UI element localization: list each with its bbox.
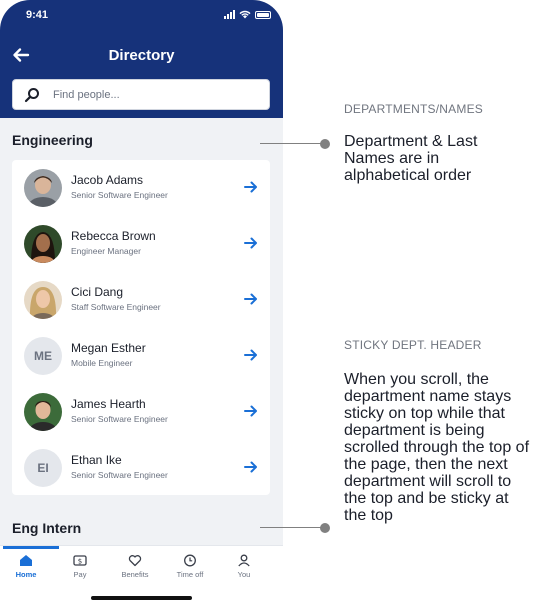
person-name: James Hearth xyxy=(71,397,146,411)
arrow-right-icon[interactable] xyxy=(244,405,258,417)
user-icon xyxy=(238,554,250,567)
arrow-right-icon[interactable] xyxy=(244,293,258,305)
annotation-marker xyxy=(320,523,330,533)
home-indicator xyxy=(91,596,192,600)
pay-icon: $ xyxy=(73,555,87,566)
tab-label: Benefits xyxy=(121,570,149,579)
home-icon xyxy=(20,555,32,566)
person-row[interactable]: Jacob Adams Senior Software Engineer xyxy=(12,160,270,216)
phone-screen: 9:41 Directory Find people... Engineerin… xyxy=(0,0,283,606)
tab-label: You xyxy=(237,570,251,579)
tab-label: Time off xyxy=(176,570,204,579)
person-row[interactable]: ME Megan Esther Mobile Engineer xyxy=(12,328,270,384)
avatar xyxy=(24,225,62,263)
avatar xyxy=(24,393,62,431)
annotation-leader-line xyxy=(260,143,322,144)
avatar xyxy=(24,169,62,207)
tab-label: Pay xyxy=(73,570,87,579)
search-input[interactable]: Find people... xyxy=(12,79,270,110)
person-role: Senior Software Engineer xyxy=(71,470,168,480)
department-header-eng-intern: Eng Intern xyxy=(12,520,82,536)
person-role: Staff Software Engineer xyxy=(71,302,161,312)
tab-you[interactable]: You xyxy=(216,554,272,579)
page-title: Directory xyxy=(108,47,175,64)
wifi-icon xyxy=(239,10,251,19)
tab-benefits[interactable]: Benefits xyxy=(107,554,163,579)
person-row[interactable]: Rebecca Brown Engineer Manager xyxy=(12,216,270,272)
person-row[interactable]: Cici Dang Staff Software Engineer xyxy=(12,272,270,328)
search-icon xyxy=(24,88,39,103)
person-role: Engineer Manager xyxy=(71,246,141,256)
status-bar: 9:41 xyxy=(0,0,283,30)
avatar-initials: EI xyxy=(24,449,62,487)
person-row[interactable]: EI Ethan Ike Senior Software Engineer xyxy=(12,440,270,496)
annotation-text: When you scroll, the department name sta… xyxy=(344,371,530,524)
signal-icon xyxy=(224,10,235,19)
tab-pay[interactable]: $ Pay xyxy=(52,554,108,579)
avatar-initials: ME xyxy=(24,337,62,375)
status-time: 9:41 xyxy=(26,9,49,21)
person-name: Rebecca Brown xyxy=(71,229,156,243)
tab-home[interactable]: Home xyxy=(0,554,54,579)
person-name: Megan Esther xyxy=(71,341,146,355)
person-role: Senior Software Engineer xyxy=(71,414,168,424)
tab-selected-indicator xyxy=(3,546,59,549)
clock-icon xyxy=(184,554,196,567)
department-header-engineering: Engineering xyxy=(12,132,93,148)
arrow-right-icon[interactable] xyxy=(244,237,258,249)
person-name: Jacob Adams xyxy=(71,173,144,187)
person-row[interactable]: James Hearth Senior Software Engineer xyxy=(12,384,270,440)
svg-text:$: $ xyxy=(78,558,82,566)
tab-label: Home xyxy=(15,570,37,579)
arrow-right-icon[interactable] xyxy=(244,349,258,361)
battery-icon xyxy=(255,10,271,19)
annotation-text: Department & Last Names are in alphabeti… xyxy=(344,133,478,184)
person-role: Mobile Engineer xyxy=(71,358,133,368)
tab-time-off[interactable]: Time off xyxy=(162,554,218,579)
heart-icon xyxy=(128,555,142,567)
person-role: Senior Software Engineer xyxy=(71,190,168,200)
directory-list[interactable]: Engineering Jacob Adams Senior Software … xyxy=(0,118,283,545)
arrow-right-icon[interactable] xyxy=(244,181,258,193)
annotation-marker xyxy=(320,139,330,149)
person-name: Cici Dang xyxy=(71,285,124,299)
search-placeholder: Find people... xyxy=(53,89,120,101)
avatar xyxy=(24,281,62,319)
annotation-leader-line xyxy=(260,527,322,528)
annotation-caption: DEPARTMENTS/NAMES xyxy=(344,102,483,116)
app-header: 9:41 Directory Find people... xyxy=(0,0,283,118)
arrow-right-icon[interactable] xyxy=(244,461,258,473)
people-card: Jacob Adams Senior Software Engineer Reb… xyxy=(12,160,270,495)
annotation-caption: STICKY DEPT. HEADER xyxy=(344,338,482,352)
person-name: Ethan Ike xyxy=(71,453,122,467)
status-icons xyxy=(224,10,271,19)
